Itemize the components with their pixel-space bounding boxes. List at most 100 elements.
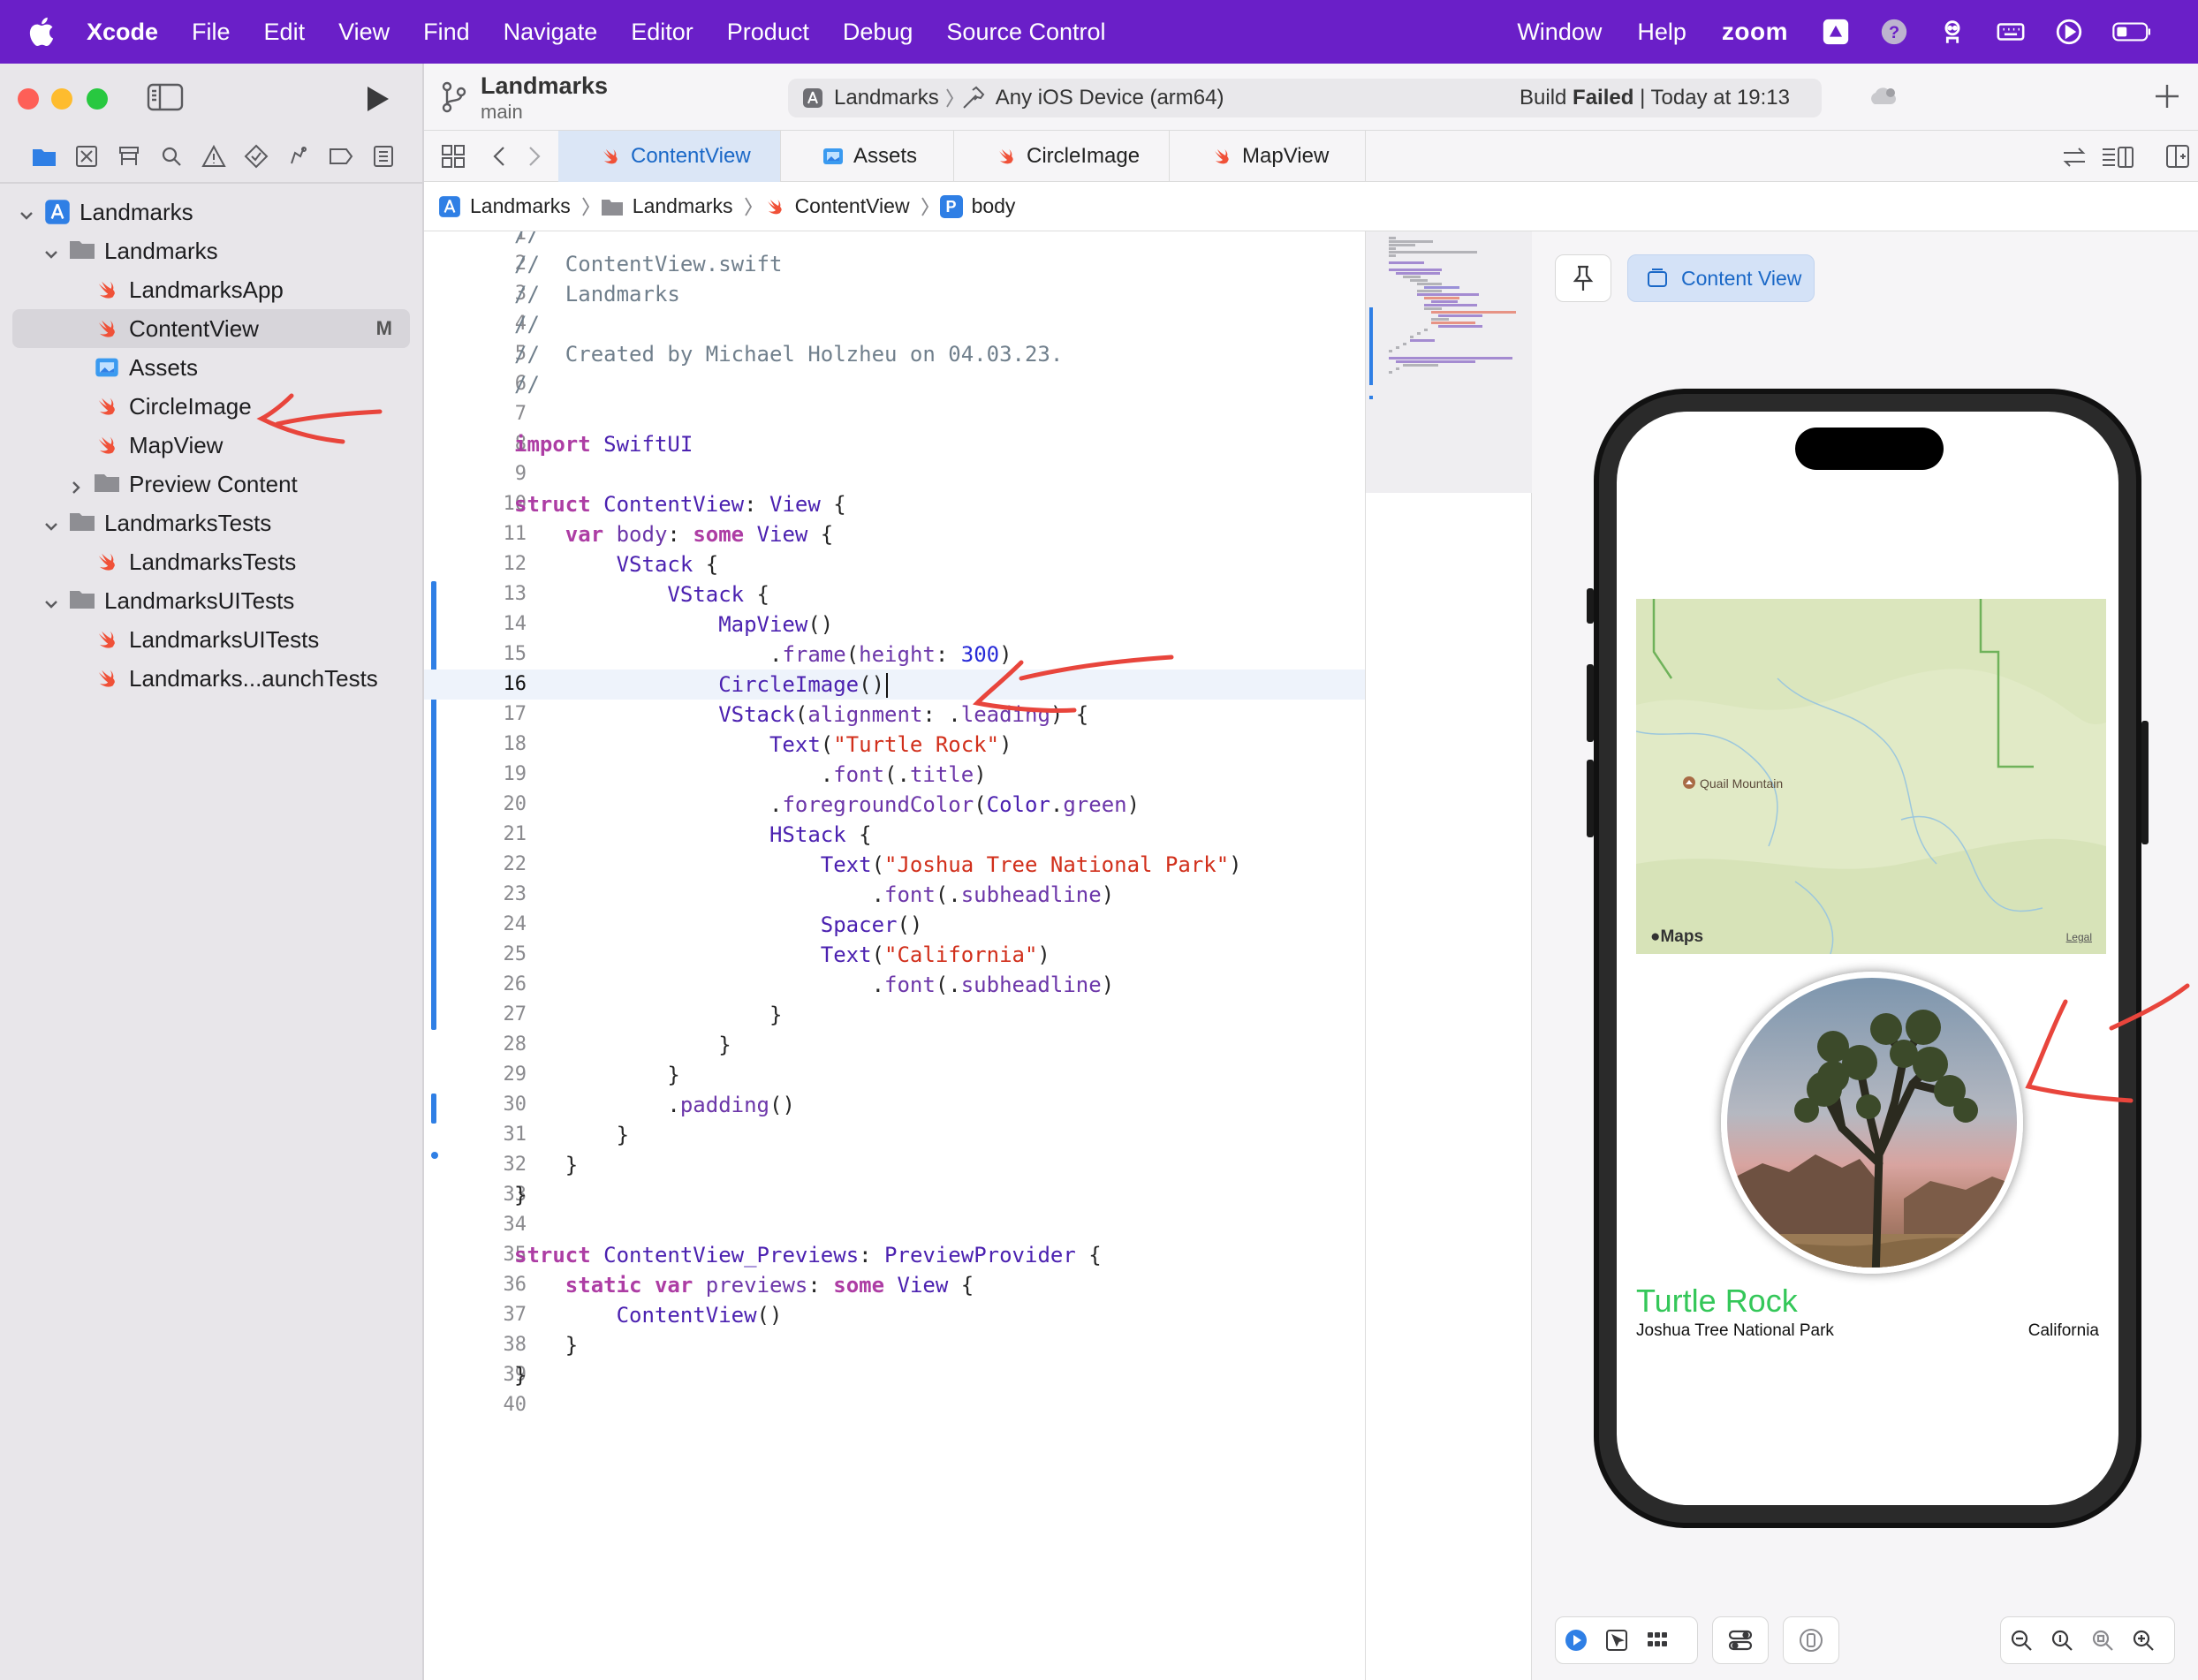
code-text[interactable]: // Landmarks xyxy=(514,279,680,309)
code-line[interactable]: 11 var body: some View { xyxy=(424,519,1365,549)
code-line[interactable]: 3// Landmarks xyxy=(424,279,1365,309)
pin-preview-button[interactable] xyxy=(1555,254,1611,302)
line-number[interactable]: 34 xyxy=(459,1210,527,1240)
code-line[interactable]: 36 static var previews: some View { xyxy=(424,1270,1365,1300)
menu-editor[interactable]: Editor xyxy=(631,19,694,46)
code-line[interactable]: 14 MapView() xyxy=(424,609,1365,639)
code-text[interactable]: VStack { xyxy=(514,579,769,609)
code-text[interactable]: MapView() xyxy=(514,609,833,639)
zoom-app-icon[interactable]: zoom xyxy=(1722,18,1788,46)
project-title[interactable]: Landmarks xyxy=(481,72,608,100)
swap-arrows-icon[interactable] xyxy=(2060,145,2088,170)
code-text[interactable]: Text("California") xyxy=(514,940,1050,970)
code-text[interactable]: CircleImage() xyxy=(514,670,889,700)
code-line[interactable]: 8 import SwiftUI xyxy=(424,429,1365,459)
code-line[interactable]: 25 Text("California") xyxy=(424,940,1365,970)
jumpbar-item-folder[interactable]: Landmarks xyxy=(601,194,733,218)
tab-assets[interactable]: Assets xyxy=(781,131,954,182)
close-window-button[interactable] xyxy=(18,88,39,110)
tree-item-landmarks[interactable]: Landmarks xyxy=(0,231,422,270)
branch-name[interactable]: main xyxy=(481,101,523,124)
menu-source-control[interactable]: Source Control xyxy=(946,19,1105,46)
code-line[interactable]: 1// xyxy=(424,231,1365,249)
issue-navigator-tab[interactable] xyxy=(193,139,235,174)
help-circle-icon[interactable]: ? xyxy=(1878,16,1910,48)
code-line[interactable]: 6// xyxy=(424,369,1365,399)
code-line[interactable]: 15 .frame(height: 300) xyxy=(424,639,1365,670)
menu-edit[interactable]: Edit xyxy=(264,19,306,46)
minimap[interactable] xyxy=(1366,231,1532,1680)
code-line[interactable]: 40 xyxy=(424,1390,1365,1420)
code-line[interactable]: 5// Created by Michael Holzheu on 04.03.… xyxy=(424,339,1365,369)
code-line[interactable]: 20 .foregroundColor(Color.green) xyxy=(424,790,1365,820)
code-text[interactable]: struct ContentView_Previews: PreviewProv… xyxy=(514,1240,1102,1270)
live-preview-icon[interactable] xyxy=(1563,1627,1589,1654)
code-text[interactable]: .font(.title) xyxy=(514,760,987,790)
tree-item-landmarkstests[interactable]: LandmarksTests xyxy=(0,542,422,581)
menu-product[interactable]: Product xyxy=(727,19,809,46)
code-line[interactable]: 32 } xyxy=(424,1150,1365,1180)
code-line[interactable]: 22 Text("Joshua Tree National Park") xyxy=(424,850,1365,880)
run-destination[interactable]: Any iOS Device (arm64) xyxy=(996,86,1224,110)
code-text[interactable]: struct ContentView: View { xyxy=(514,489,846,519)
play-circle-icon[interactable] xyxy=(2053,16,2085,48)
code-line[interactable]: 23 .font(.subheadline) xyxy=(424,880,1365,910)
code-text[interactable]: // Created by Michael Holzheu on 04.03.2… xyxy=(514,339,1063,369)
find-navigator-tab[interactable] xyxy=(150,139,193,174)
code-text[interactable]: Text("Turtle Rock") xyxy=(514,730,1012,760)
code-line[interactable]: 21 HStack { xyxy=(424,820,1365,850)
sidebar-toggle-icon[interactable] xyxy=(147,83,184,111)
map-view[interactable]: Quail Mountain ●Maps Legal xyxy=(1636,599,2106,954)
back-chevron-icon[interactable] xyxy=(489,145,511,168)
related-items-grid-icon[interactable] xyxy=(440,143,466,170)
minimize-window-button[interactable] xyxy=(51,88,72,110)
test-navigator-tab[interactable] xyxy=(235,139,277,174)
code-line[interactable]: 17 VStack(alignment: .leading) { xyxy=(424,700,1365,730)
scheme-name[interactable]: Landmarks xyxy=(834,86,939,110)
code-line[interactable]: 19 .font(.title) xyxy=(424,760,1365,790)
menu-view[interactable]: View xyxy=(338,19,390,46)
code-text[interactable]: // xyxy=(514,309,540,339)
code-text[interactable]: var body: some View { xyxy=(514,519,833,549)
branch-icon[interactable] xyxy=(440,79,468,115)
code-line[interactable]: 29 } xyxy=(424,1060,1365,1090)
menu-debug[interactable]: Debug xyxy=(843,19,913,46)
code-line[interactable]: 9 xyxy=(424,459,1365,489)
code-line[interactable]: 30 .padding() xyxy=(424,1090,1365,1120)
tree-item-landmarkstests[interactable]: LandmarksTests xyxy=(0,503,422,542)
code-line[interactable]: 10 struct ContentView: View { xyxy=(424,489,1365,519)
tree-item-contentview[interactable]: ContentView M xyxy=(12,309,410,348)
add-icon[interactable] xyxy=(2152,81,2182,111)
debug-navigator-tab[interactable] xyxy=(277,139,320,174)
line-number[interactable]: 7 xyxy=(459,399,527,429)
forward-chevron-icon[interactable] xyxy=(523,145,544,168)
map-legal-link[interactable]: Legal xyxy=(2066,931,2092,943)
chevron-down-icon[interactable] xyxy=(42,242,60,260)
code-line[interactable]: 12 VStack { xyxy=(424,549,1365,579)
prompt-icon[interactable] xyxy=(1820,16,1852,48)
code-line[interactable]: 7 xyxy=(424,399,1365,429)
source-editor[interactable]: 1//2// ContentView.swift 3// Landmarks 4//… xyxy=(424,231,1366,1680)
code-text[interactable]: } xyxy=(514,1030,731,1060)
code-text[interactable]: // xyxy=(514,231,540,249)
code-line[interactable]: 16 CircleImage() xyxy=(424,670,1365,700)
jumpbar-item-project[interactable]: Landmarks xyxy=(438,194,571,218)
code-text[interactable]: // ContentView.swift xyxy=(514,249,782,279)
code-line[interactable]: 33} xyxy=(424,1180,1365,1210)
code-line[interactable]: 4// xyxy=(424,309,1365,339)
tab-mapview[interactable]: MapView xyxy=(1170,131,1366,182)
tree-item-circleimage[interactable]: CircleImage xyxy=(0,387,422,426)
zoom-window-button[interactable] xyxy=(87,88,108,110)
code-text[interactable]: HStack { xyxy=(514,820,872,850)
variants-icon[interactable] xyxy=(1644,1627,1671,1654)
tab-contentview[interactable]: ContentView xyxy=(558,131,781,182)
code-text[interactable]: .foregroundColor(Color.green) xyxy=(514,790,1140,820)
line-number[interactable]: 9 xyxy=(459,459,527,489)
menu-window[interactable]: Window xyxy=(1517,19,1602,46)
code-text[interactable]: VStack(alignment: .leading) { xyxy=(514,700,1088,730)
code-line[interactable]: 37 ContentView() xyxy=(424,1300,1365,1330)
app-scheme-icon[interactable] xyxy=(802,87,823,109)
code-text[interactable]: Spacer() xyxy=(514,910,923,940)
code-text[interactable]: import SwiftUI xyxy=(514,429,693,459)
code-text[interactable]: } xyxy=(514,1360,527,1390)
